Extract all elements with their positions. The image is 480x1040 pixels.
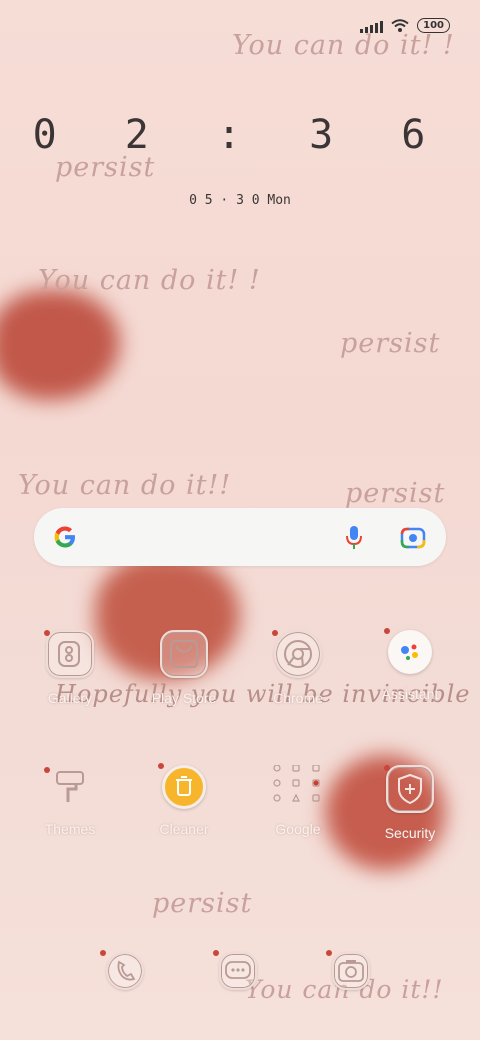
cleaner-icon: [158, 763, 206, 809]
phone-icon: [100, 950, 144, 990]
play-store-icon: [160, 630, 208, 678]
app-themes[interactable]: Themes: [15, 765, 125, 837]
app-google-folder[interactable]: Google: [243, 764, 353, 837]
mic-icon[interactable]: [344, 524, 364, 552]
app-cleaner[interactable]: Cleaner: [129, 763, 239, 837]
wallpaper-text: persist: [152, 888, 253, 919]
dock-phone[interactable]: [70, 950, 180, 990]
assistant-icon: [384, 628, 432, 674]
wallpaper-heart: [0, 290, 120, 400]
app-label: Gallery: [47, 690, 93, 706]
status-bar: 100: [360, 18, 450, 33]
wallpaper-text: You can do it! !: [38, 265, 261, 296]
google-folder-icon: [271, 764, 325, 809]
clock-time[interactable]: 0 2 : 3 6: [0, 112, 480, 158]
app-gallery[interactable]: Gallery: [15, 630, 125, 706]
app-label: Themes: [44, 821, 96, 837]
app-label: Security: [384, 825, 436, 841]
lens-icon[interactable]: [400, 526, 426, 550]
app-security[interactable]: Security: [355, 765, 465, 841]
app-chrome[interactable]: Chrome: [243, 630, 353, 706]
app-play-store[interactable]: Play Store: [129, 630, 239, 706]
app-label: Google: [275, 821, 321, 837]
messages-icon: [213, 950, 257, 990]
app-label: Assistant: [381, 686, 439, 702]
signal-icon: [360, 19, 384, 33]
app-label: Chrome: [273, 690, 323, 706]
clock-date[interactable]: 0 5 · 3 0 Mon: [0, 193, 480, 208]
app-label: Play Store: [151, 690, 217, 706]
dock-messages[interactable]: [183, 950, 293, 990]
google-search-bar[interactable]: [34, 508, 446, 566]
gallery-icon: [44, 630, 94, 678]
dock-camera[interactable]: [296, 950, 406, 990]
chrome-icon: [272, 630, 322, 678]
security-icon: [384, 765, 434, 813]
camera-icon: [326, 950, 370, 990]
wifi-icon: [391, 18, 409, 32]
wallpaper-text: persist: [340, 328, 441, 359]
wallpaper-text: persist: [345, 478, 446, 509]
app-assistant[interactable]: Assistant: [355, 628, 465, 702]
app-label: Cleaner: [159, 821, 209, 837]
google-logo-icon: [54, 526, 75, 548]
wallpaper-text: You can do it! !: [232, 30, 455, 61]
themes-icon: [44, 765, 92, 809]
wallpaper-text: You can do it!!: [18, 470, 232, 501]
battery-indicator: 100: [417, 18, 450, 33]
